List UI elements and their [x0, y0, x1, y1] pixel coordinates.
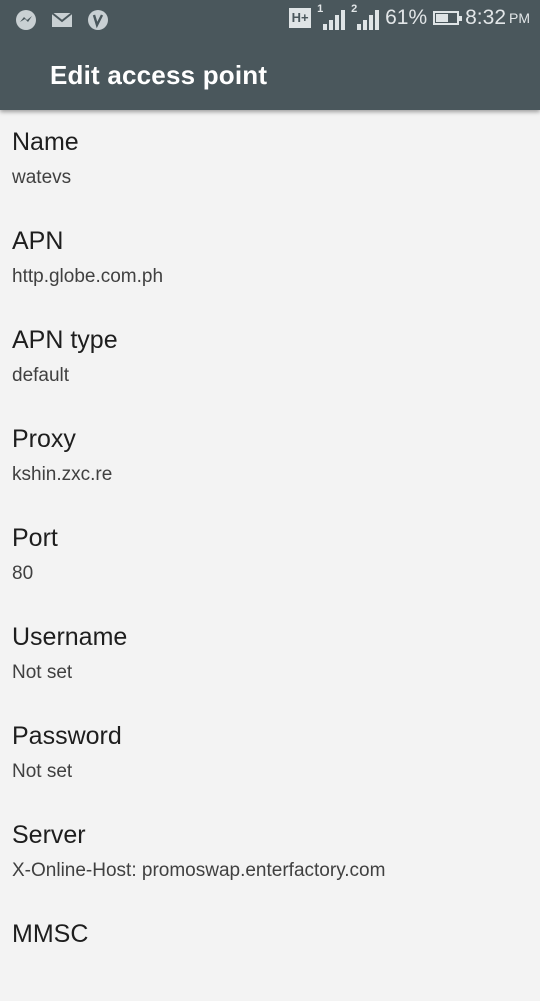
- battery-icon: [433, 11, 463, 25]
- setting-value: 80: [12, 563, 34, 584]
- app-bar: H+ 1 2 61% 8:32 PM Edit access point: [0, 0, 540, 110]
- setting-mmsc[interactable]: MMSC: [0, 902, 540, 1001]
- setting-label: APN: [12, 227, 64, 255]
- setting-label: APN type: [12, 326, 118, 354]
- setting-server[interactable]: Server X-Online-Host: promoswap.enterfac…: [0, 803, 540, 902]
- clock-time: 8:32: [465, 6, 506, 29]
- sim1-signal-icon: 1: [317, 3, 346, 30]
- setting-password[interactable]: Password Not set: [0, 704, 540, 803]
- setting-proxy[interactable]: Proxy kshin.zxc.re: [0, 407, 540, 506]
- setting-value: http.globe.com.ph: [12, 266, 164, 287]
- setting-port[interactable]: Port 80: [0, 506, 540, 605]
- setting-apn[interactable]: APN http.globe.com.ph: [0, 209, 540, 308]
- setting-apn-type[interactable]: APN type default: [0, 308, 540, 407]
- setting-value: Not set: [12, 662, 73, 683]
- battery-level: [436, 14, 449, 22]
- setting-value: Not set: [12, 761, 73, 782]
- clock-ampm: PM: [509, 10, 530, 26]
- setting-username[interactable]: Username Not set: [0, 605, 540, 704]
- setting-value: default: [12, 365, 70, 386]
- setting-value: kshin.zxc.re: [12, 464, 113, 485]
- setting-value: X-Online-Host: promoswap.enterfactory.co…: [12, 860, 386, 881]
- network-type-icon: H+: [289, 8, 312, 28]
- messenger-icon: [16, 10, 36, 30]
- battery-percent: 61%: [385, 6, 428, 29]
- sim2-signal-icon: 2: [351, 3, 380, 30]
- setting-label: Proxy: [12, 425, 76, 453]
- vpn-icon: [88, 10, 108, 30]
- gmail-icon: [51, 12, 73, 27]
- setting-label: MMSC: [12, 920, 89, 948]
- setting-value: watevs: [12, 167, 72, 188]
- page-title: Edit access point: [50, 60, 268, 90]
- setting-name[interactable]: Name watevs: [0, 110, 540, 209]
- setting-label: Name: [12, 128, 79, 156]
- status-bar: H+ 1 2 61% 8:32 PM: [0, 0, 540, 40]
- apn-settings-list: Name watevs APN http.globe.com.ph APN ty…: [0, 110, 540, 1001]
- setting-label: Server: [12, 821, 86, 849]
- setting-label: Password: [12, 722, 122, 750]
- setting-label: Port: [12, 524, 58, 552]
- setting-label: Username: [12, 623, 128, 651]
